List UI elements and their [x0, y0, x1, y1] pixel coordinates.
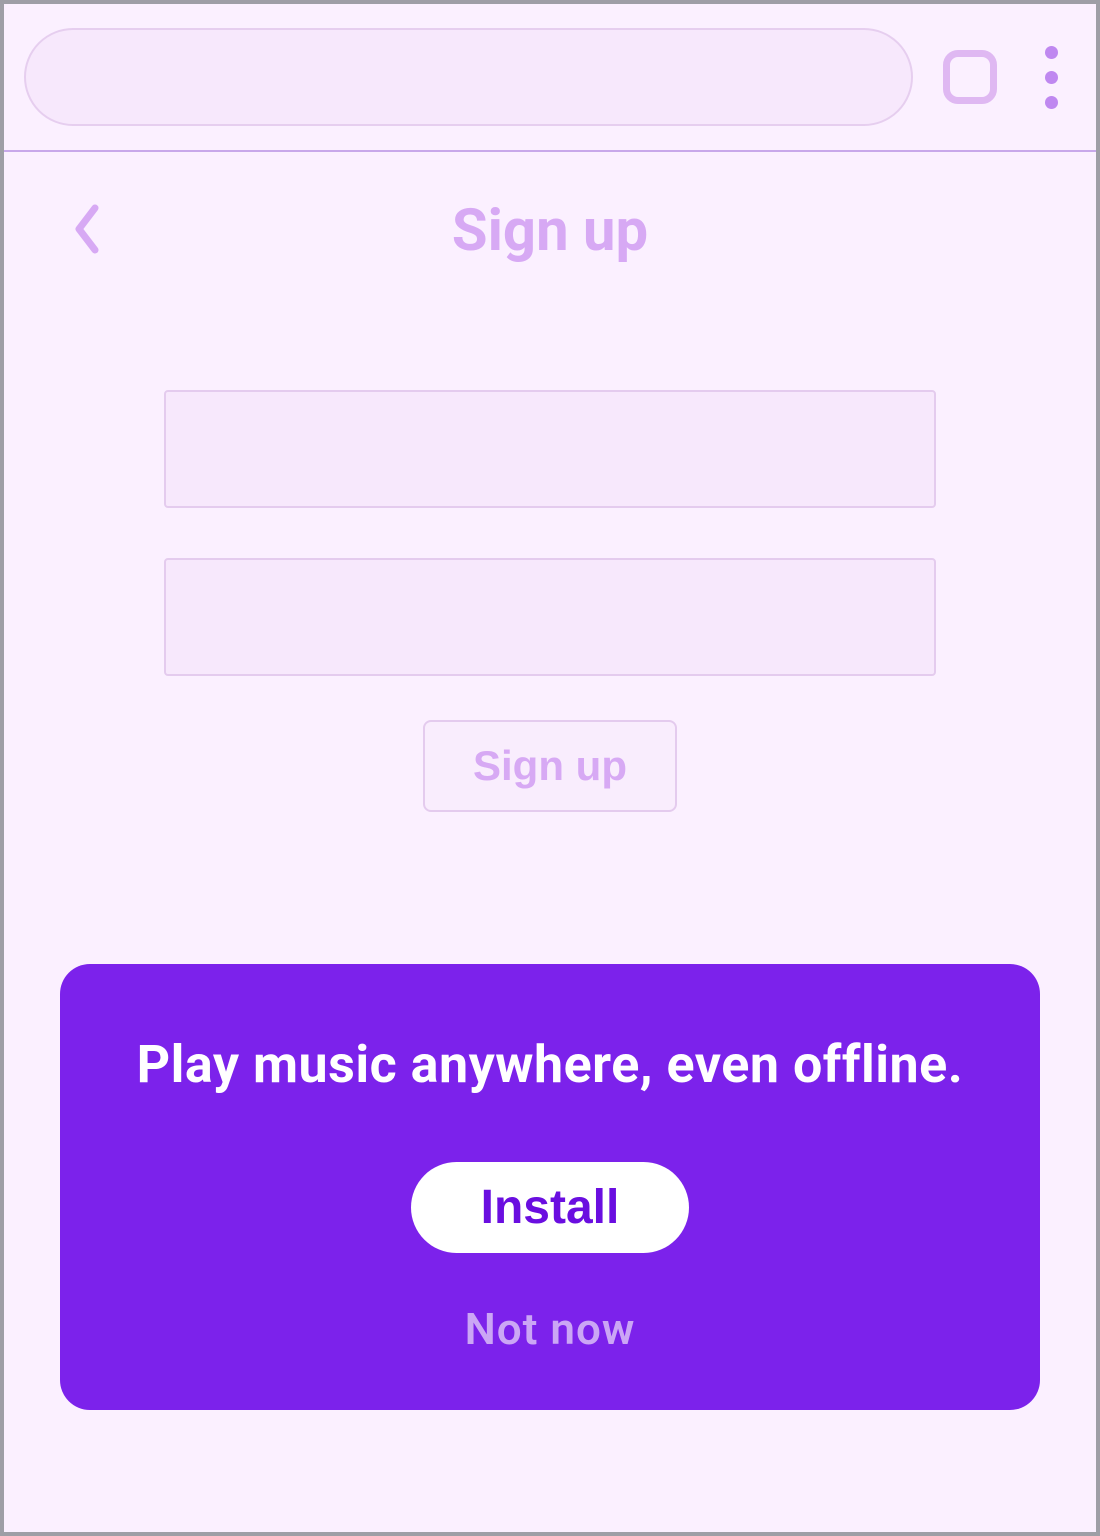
url-bar[interactable]: [24, 28, 913, 126]
browser-menu-button[interactable]: [1027, 46, 1076, 109]
signup-button[interactable]: Sign up: [423, 720, 677, 812]
tab-switcher-button[interactable]: [943, 50, 997, 104]
not-now-link[interactable]: Not now: [120, 1303, 980, 1355]
page-header: Sign up: [4, 152, 1096, 265]
kebab-dot-icon: [1045, 96, 1058, 109]
signup-field-1[interactable]: [164, 390, 936, 508]
browser-top-bar: [4, 4, 1096, 152]
install-app-banner: Play music anywhere, even offline. Insta…: [60, 964, 1040, 1410]
chevron-left-icon: [72, 204, 102, 254]
banner-message: Play music anywhere, even offline.: [120, 1029, 980, 1102]
page-title: Sign up: [72, 197, 1028, 265]
kebab-dot-icon: [1045, 46, 1058, 59]
signup-field-2[interactable]: [164, 558, 936, 676]
kebab-dot-icon: [1045, 71, 1058, 84]
install-button[interactable]: Install: [411, 1162, 690, 1253]
signup-form: Sign up: [4, 265, 1096, 812]
back-button[interactable]: [72, 204, 102, 258]
